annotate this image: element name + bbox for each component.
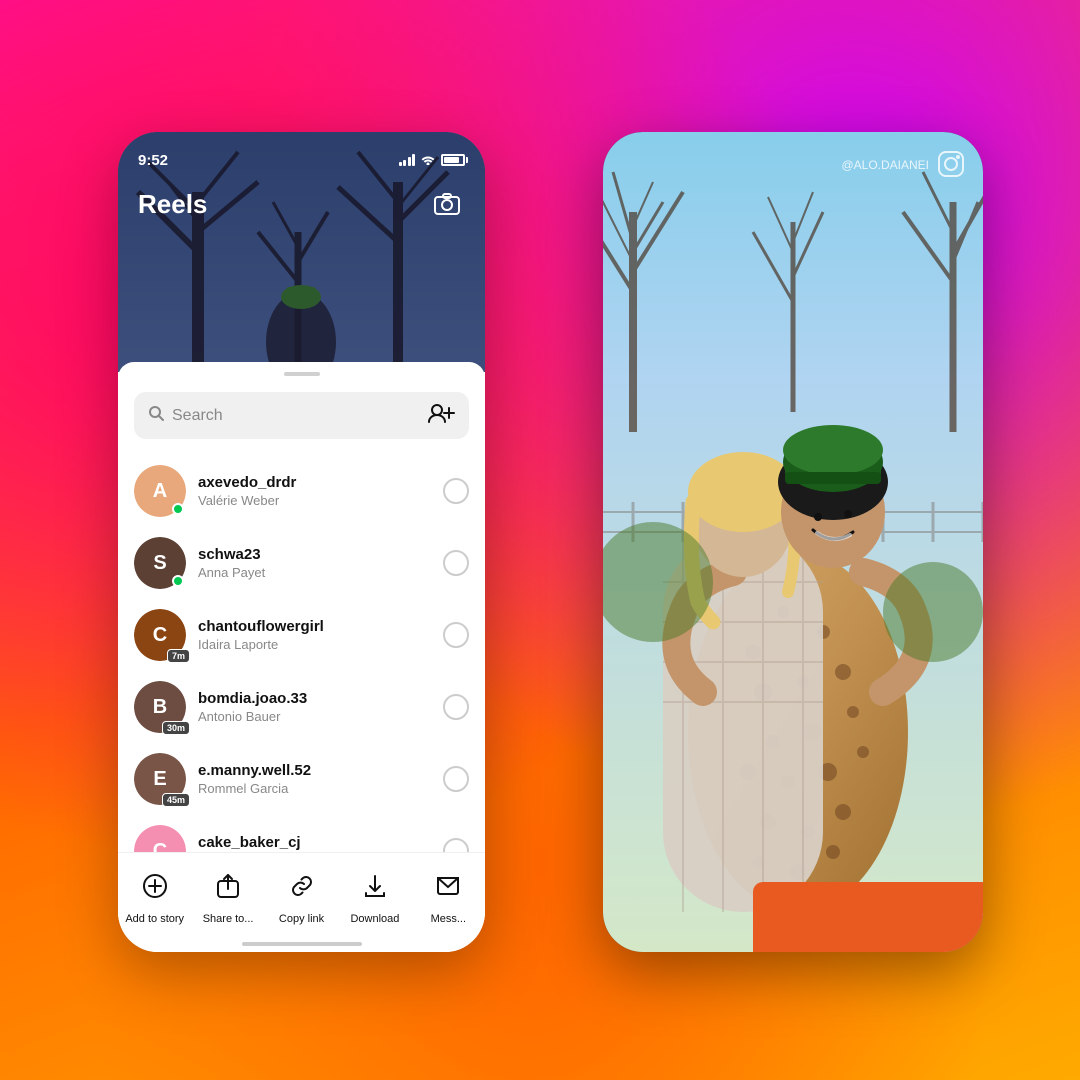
status-icons [399, 153, 466, 168]
contact-name: Anna Payet [198, 565, 431, 580]
avatar: E45m [134, 753, 186, 805]
contact-item[interactable]: Aaxevedo_drdr Valérie Weber [118, 455, 485, 527]
contact-name: Idaira Laporte [198, 637, 431, 652]
contact-username: cake_baker_cj [198, 834, 431, 851]
avatar: C7m [134, 609, 186, 661]
contact-info: bomdia.joao.33 Antonio Bauer [198, 690, 431, 724]
contact-name: Rommel Garcia [198, 781, 431, 796]
download-icon [354, 865, 396, 907]
action-item-share-icon[interactable]: Share to... [191, 865, 264, 925]
contact-username: bomdia.joao.33 [198, 690, 431, 707]
avatar: S [134, 537, 186, 589]
contact-name: Antonio Bauer [198, 709, 431, 724]
phone-left: 9:52 [118, 132, 485, 952]
battery-icon [441, 154, 465, 166]
select-radio[interactable] [443, 694, 469, 720]
action-label: Copy link [279, 913, 324, 925]
contact-username: axevedo_drdr [198, 474, 431, 491]
add-people-button[interactable] [427, 402, 455, 429]
contact-item[interactable]: B30m bomdia.joao.33 Antonio Bauer [118, 671, 485, 743]
home-indicator [242, 942, 362, 946]
avatar: B30m [134, 681, 186, 733]
hug-scene: @ALO.DAIANEI [603, 132, 983, 952]
instagram-logo-icon [937, 150, 965, 178]
action-item-message-icon[interactable]: Mess... [412, 865, 485, 925]
action-item-link-icon[interactable]: Copy link [265, 865, 338, 925]
action-bar: Add to story Share to... Copy link Downl… [118, 852, 485, 952]
time-badge: 45m [162, 793, 190, 807]
contact-info: axevedo_drdr Valérie Weber [198, 474, 431, 508]
select-radio[interactable] [443, 478, 469, 504]
time-badge: 7m [167, 649, 190, 663]
link-icon [281, 865, 323, 907]
action-label: Share to... [203, 913, 254, 925]
contact-item[interactable]: Sschwa23 Anna Payet [118, 527, 485, 599]
action-label: Add to story [125, 913, 184, 925]
search-placeholder: Search [172, 407, 419, 425]
search-icon [148, 405, 164, 426]
action-item-add-story-icon[interactable]: Add to story [118, 865, 191, 925]
reels-title: Reels [138, 189, 207, 220]
select-radio[interactable] [443, 550, 469, 576]
online-indicator [172, 575, 184, 587]
contact-item[interactable]: C7m chantouflowergirl Idaira Laporte [118, 599, 485, 671]
wifi-icon [420, 153, 436, 168]
select-radio[interactable] [443, 622, 469, 648]
time-badge: 30m [162, 721, 190, 735]
contact-username: e.manny.well.52 [198, 762, 431, 779]
add-story-icon [134, 865, 176, 907]
contact-username: schwa23 [198, 546, 431, 563]
background: 9:52 [0, 0, 1080, 1080]
watermark-text: @ALO.DAIANEI [841, 158, 929, 172]
avatar: A [134, 465, 186, 517]
contact-info: chantouflowergirl Idaira Laporte [198, 618, 431, 652]
reels-header: Reels [118, 176, 485, 232]
contact-info: e.manny.well.52 Rommel Garcia [198, 762, 431, 796]
contact-info: schwa23 Anna Payet [198, 546, 431, 580]
action-label: Mess... [431, 913, 466, 925]
action-label: Download [350, 913, 399, 925]
status-bar: 9:52 [118, 132, 485, 176]
contact-username: chantouflowergirl [198, 618, 431, 635]
camera-button[interactable] [429, 186, 465, 222]
select-radio[interactable] [443, 766, 469, 792]
signal-icon [399, 154, 416, 166]
message-icon [427, 865, 469, 907]
action-item-download-icon[interactable]: Download [338, 865, 411, 925]
drag-handle [284, 372, 320, 376]
phone-right: @ALO.DAIANEI [603, 132, 983, 952]
search-bar[interactable]: Search [134, 392, 469, 439]
bottom-sheet: Search Aaxevedo_drdr Valérie Weber Sschwa2… [118, 362, 485, 952]
contact-item[interactable]: E45m e.manny.well.52 Rommel Garcia [118, 743, 485, 815]
contact-name: Valérie Weber [198, 493, 431, 508]
online-indicator [172, 503, 184, 515]
status-time: 9:52 [138, 152, 168, 169]
share-icon [207, 865, 249, 907]
